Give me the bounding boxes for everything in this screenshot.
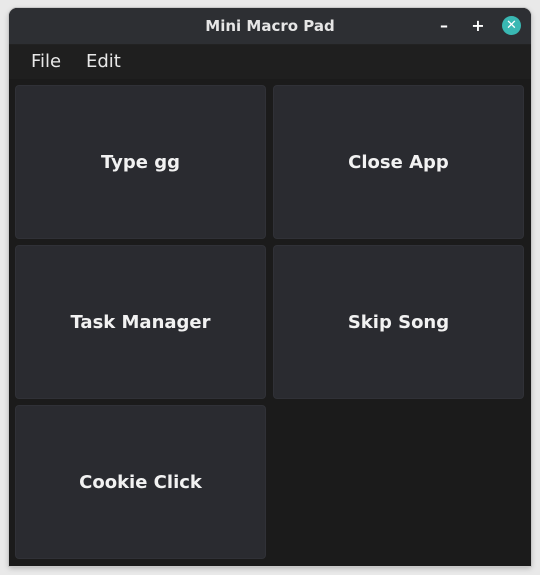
close-button[interactable]: ✕ <box>502 16 521 35</box>
menu-file[interactable]: File <box>31 45 61 79</box>
macro-button-task-manager[interactable]: Task Manager <box>15 245 266 399</box>
title-bar[interactable]: Mini Macro Pad – + ✕ <box>9 8 531 45</box>
menu-bar: File Edit <box>9 45 531 79</box>
macro-grid: Type gg Close App Task Manager Skip Song… <box>15 85 525 561</box>
macro-button-close-app[interactable]: Close App <box>273 85 524 239</box>
app-window: Mini Macro Pad – + ✕ File Edit Type gg C… <box>9 8 531 566</box>
maximize-button[interactable]: + <box>468 16 488 36</box>
macro-button-skip-song[interactable]: Skip Song <box>273 245 524 399</box>
macro-button-cookie-click[interactable]: Cookie Click <box>15 405 266 559</box>
menu-edit[interactable]: Edit <box>86 45 121 79</box>
minimize-button[interactable]: – <box>434 16 454 36</box>
macro-button-type-gg[interactable]: Type gg <box>15 85 266 239</box>
